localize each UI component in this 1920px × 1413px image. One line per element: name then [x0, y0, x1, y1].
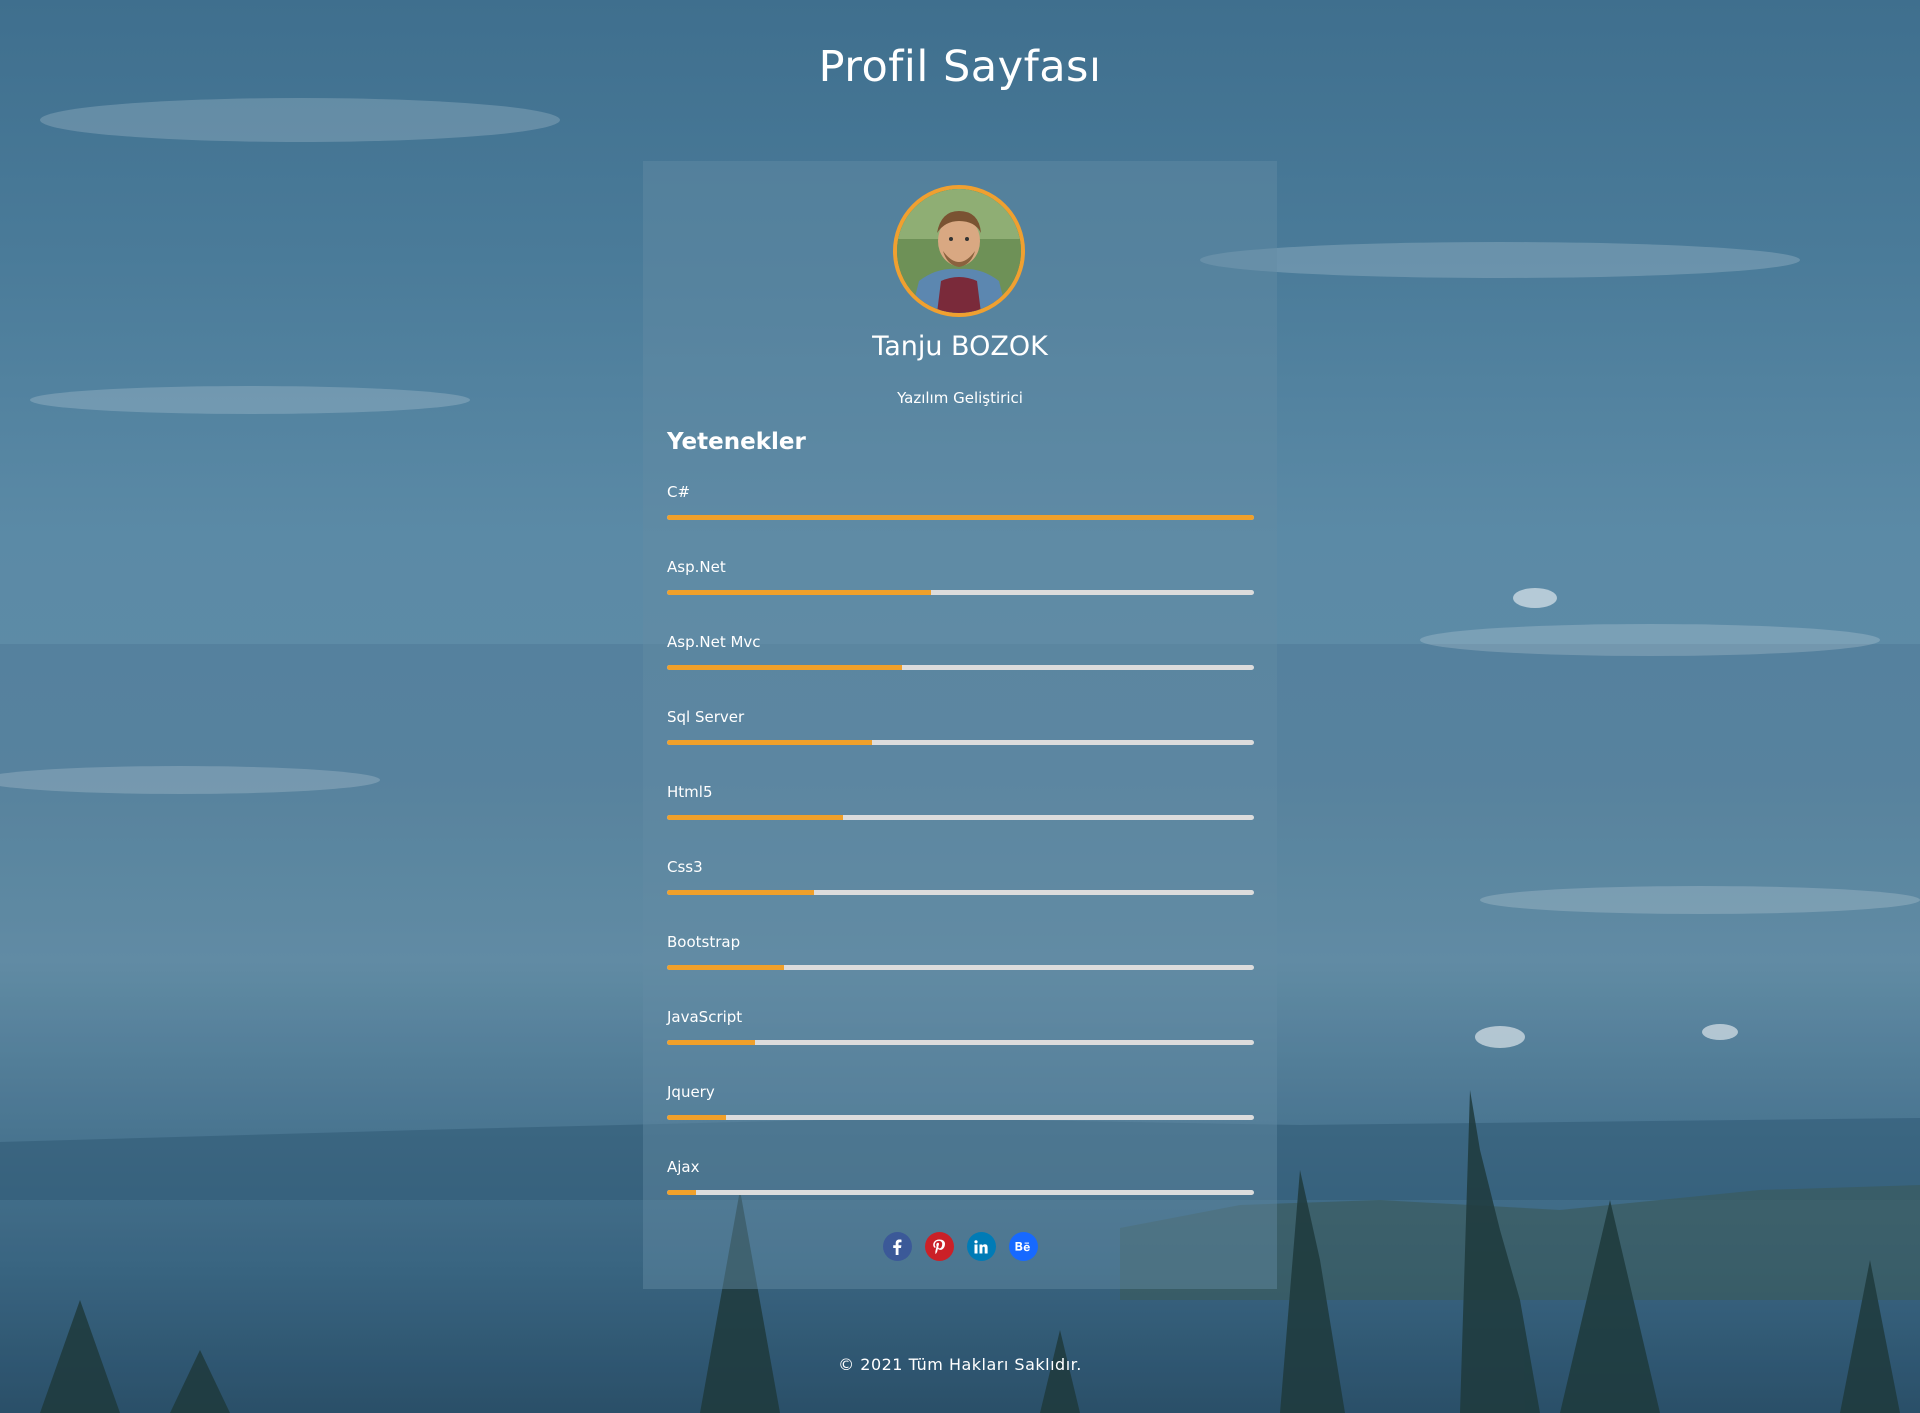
skill-progress-bar [667, 590, 1254, 595]
skill-label: Css3 [667, 858, 703, 876]
skills-heading: Yetenekler [667, 429, 806, 455]
skill-item: Asp.Net [667, 558, 1254, 633]
skill-progress-bar [667, 890, 1254, 895]
skill-item: Html5 [667, 783, 1254, 858]
skill-progress-fill [667, 740, 873, 745]
skill-progress-fill [667, 1190, 697, 1195]
skill-progress-bar [667, 1115, 1254, 1120]
skill-progress-fill [667, 1040, 756, 1045]
skill-item: JavaScript [667, 1008, 1254, 1083]
profile-name: Tanju BOZOK [872, 331, 1048, 362]
skill-label: Jquery [667, 1083, 715, 1101]
skill-progress-fill [667, 590, 932, 595]
skill-progress-bar [667, 965, 1254, 970]
skill-progress-fill [667, 665, 902, 670]
skill-label: Bootstrap [667, 933, 741, 951]
skill-item: Bootstrap [667, 933, 1254, 1008]
skill-progress-bar [667, 1040, 1254, 1045]
skill-progress-fill [667, 965, 785, 970]
social-links [643, 1232, 1277, 1261]
skill-progress-fill [667, 815, 844, 820]
skill-item: Css3 [667, 858, 1254, 933]
facebook-icon [893, 1239, 902, 1255]
pinterest-icon [933, 1239, 945, 1254]
skill-progress-fill [667, 1115, 726, 1120]
skill-progress-bar [667, 1190, 1254, 1195]
skill-label: Html5 [667, 783, 713, 801]
behance-icon [1015, 1241, 1030, 1251]
footer-copyright: © 2021 Tüm Hakları Saklıdır. [838, 1355, 1082, 1374]
profile-photo-icon [897, 189, 1021, 313]
skill-item: Asp.Net Mvc [667, 633, 1254, 708]
skill-item: C# [667, 483, 1254, 558]
skill-progress-bar [667, 815, 1254, 820]
skill-label: Ajax [667, 1158, 700, 1176]
page-title: Profil Sayfası [818, 42, 1102, 92]
skill-label: C# [667, 483, 691, 501]
skill-item: Sql Server [667, 708, 1254, 783]
skill-progress-fill [667, 515, 1254, 520]
profile-role: Yazılım Geliştirici [897, 389, 1023, 407]
profile-card: Tanju BOZOK Yazılım Geliştirici Yetenekl… [643, 161, 1277, 1289]
linkedin-button[interactable] [966, 1232, 996, 1261]
skills-list: C# Asp.Net Asp.Net Mvc Sql Server Html5 … [667, 483, 1254, 1233]
skill-progress-bar [667, 515, 1254, 520]
skill-progress-bar [667, 665, 1254, 670]
avatar [893, 185, 1025, 317]
skill-item: Jquery [667, 1083, 1254, 1158]
skill-item: Ajax [667, 1158, 1254, 1233]
skill-label: Sql Server [667, 708, 745, 726]
skill-progress-bar [667, 740, 1254, 745]
linkedin-icon [974, 1239, 988, 1253]
skill-label: Asp.Net Mvc [667, 633, 761, 651]
skill-progress-fill [667, 890, 814, 895]
behance-button[interactable] [1008, 1232, 1038, 1261]
facebook-button[interactable] [882, 1232, 912, 1261]
skill-label: JavaScript [667, 1008, 743, 1026]
skill-label: Asp.Net [667, 558, 726, 576]
pinterest-button[interactable] [924, 1232, 954, 1261]
